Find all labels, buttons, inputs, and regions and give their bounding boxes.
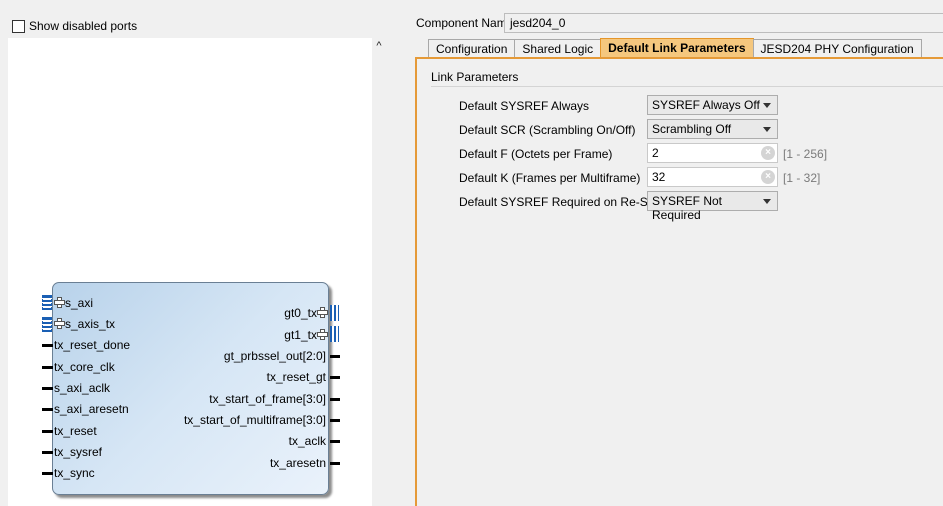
- port-tx-aclk[interactable]: tx_aclk: [289, 434, 326, 448]
- frames-per-multiframe-value: 32: [652, 170, 666, 184]
- port-tx-reset-done[interactable]: tx_reset_done: [54, 338, 130, 352]
- panel-splitter[interactable]: [388, 0, 408, 506]
- configuration-panel: Component Name jesd204_0 Configuration S…: [408, 0, 943, 506]
- octets-per-frame-label: Default F (Octets per Frame): [459, 147, 613, 161]
- port-tx-sysref[interactable]: tx_sysref: [54, 445, 102, 459]
- pin-line: [330, 440, 340, 443]
- show-disabled-ports-option[interactable]: Show disabled ports: [12, 19, 137, 33]
- expand-plus-icon[interactable]: [54, 297, 65, 308]
- port-s-axis-tx[interactable]: s_axis_tx: [54, 317, 115, 331]
- frames-per-multiframe-range: [1 - 32]: [783, 171, 821, 185]
- sysref-always-dropdown[interactable]: SYSREF Always Off: [647, 95, 778, 115]
- pin-line: [330, 419, 340, 422]
- pin-line: [330, 398, 340, 401]
- port-s-axi[interactable]: s_axi: [54, 296, 93, 310]
- tab-default-link-parameters[interactable]: Default Link Parameters: [600, 38, 754, 58]
- port-tx-aresetn[interactable]: tx_aresetn: [270, 456, 326, 470]
- sysref-resync-label: Default SYSREF Required on Re-Sync: [459, 195, 667, 209]
- chevron-down-icon: [763, 199, 771, 204]
- gt0-tx-bus-connector[interactable]: [330, 305, 339, 321]
- port-tx-sync[interactable]: tx_sync: [54, 466, 95, 480]
- expand-plus-icon[interactable]: [317, 307, 328, 318]
- port-tx-reset-gt[interactable]: tx_reset_gt: [267, 370, 326, 384]
- octets-per-frame-input[interactable]: 2 ×: [647, 143, 778, 163]
- octets-per-frame-range: [1 - 256]: [783, 147, 828, 161]
- sysref-resync-value: SYSREF Not Required: [652, 194, 723, 222]
- port-tx-start-of-frame[interactable]: tx_start_of_frame[3:0]: [209, 392, 326, 406]
- expand-plus-icon[interactable]: [317, 329, 328, 340]
- tab-bar: Configuration Shared Logic Default Link …: [428, 38, 922, 58]
- ip-customization-window: Show disabled ports ^ s_axi s_axis_tx tx…: [0, 0, 943, 506]
- port-tx-reset[interactable]: tx_reset: [54, 424, 97, 438]
- pin-line: [330, 355, 340, 358]
- pin-line: [42, 472, 53, 475]
- frames-per-multiframe-input[interactable]: 32 ×: [647, 167, 778, 187]
- group-divider: [431, 86, 943, 87]
- scroll-up-icon[interactable]: ^: [372, 38, 386, 54]
- pin-line: [330, 376, 340, 379]
- chevron-down-icon: [763, 103, 771, 108]
- sysref-always-value: SYSREF Always Off: [652, 98, 760, 112]
- sysref-resync-dropdown[interactable]: SYSREF Not Required: [647, 191, 778, 222]
- tab-jesd204-phy-configuration[interactable]: JESD204 PHY Configuration: [752, 39, 922, 58]
- port-gt1-tx[interactable]: gt1_tx: [284, 328, 328, 342]
- port-s-axi-aresetn[interactable]: s_axi_aresetn: [54, 402, 129, 416]
- scr-dropdown[interactable]: Scrambling Off: [647, 119, 778, 139]
- port-tx-core-clk[interactable]: tx_core_clk: [54, 360, 115, 374]
- pin-line: [42, 451, 53, 454]
- tab-content: Link Parameters Default SYSREF Always SY…: [415, 57, 943, 506]
- scr-value: Scrambling Off: [652, 122, 732, 136]
- expand-plus-icon[interactable]: [54, 318, 65, 329]
- pin-line: [42, 387, 53, 390]
- s-axi-bus-connector[interactable]: [42, 295, 52, 310]
- symbol-panel: Show disabled ports ^ s_axi s_axis_tx tx…: [0, 0, 388, 506]
- octets-per-frame-value: 2: [652, 146, 659, 160]
- pin-line: [42, 430, 53, 433]
- port-gt-prbssel-out[interactable]: gt_prbssel_out[2:0]: [224, 349, 326, 363]
- pin-line: [330, 462, 340, 465]
- clear-icon[interactable]: ×: [761, 146, 775, 160]
- show-disabled-ports-checkbox[interactable]: [12, 19, 25, 33]
- component-name-input[interactable]: jesd204_0: [504, 13, 943, 33]
- clear-icon[interactable]: ×: [761, 170, 775, 184]
- show-disabled-ports-label: Show disabled ports: [29, 19, 138, 33]
- port-gt0-tx[interactable]: gt0_tx: [284, 306, 328, 320]
- link-parameters-title: Link Parameters: [431, 70, 519, 84]
- port-tx-start-of-multiframe[interactable]: tx_start_of_multiframe[3:0]: [184, 413, 326, 427]
- chevron-down-icon: [763, 127, 771, 132]
- scr-label: Default SCR (Scrambling On/Off): [459, 123, 636, 137]
- pin-line: [42, 366, 53, 369]
- frames-per-multiframe-label: Default K (Frames per Multiframe): [459, 171, 641, 185]
- port-s-axi-aclk[interactable]: s_axi_aclk: [54, 381, 110, 395]
- sysref-always-label: Default SYSREF Always: [459, 99, 590, 113]
- component-name-label: Component Name: [416, 16, 514, 30]
- tab-configuration[interactable]: Configuration: [428, 39, 516, 58]
- pin-line: [42, 408, 53, 411]
- s-axis-tx-bus-connector[interactable]: [42, 317, 52, 332]
- gt1-tx-bus-connector[interactable]: [330, 326, 339, 342]
- tab-shared-logic[interactable]: Shared Logic: [514, 39, 602, 58]
- pin-line: [42, 344, 53, 347]
